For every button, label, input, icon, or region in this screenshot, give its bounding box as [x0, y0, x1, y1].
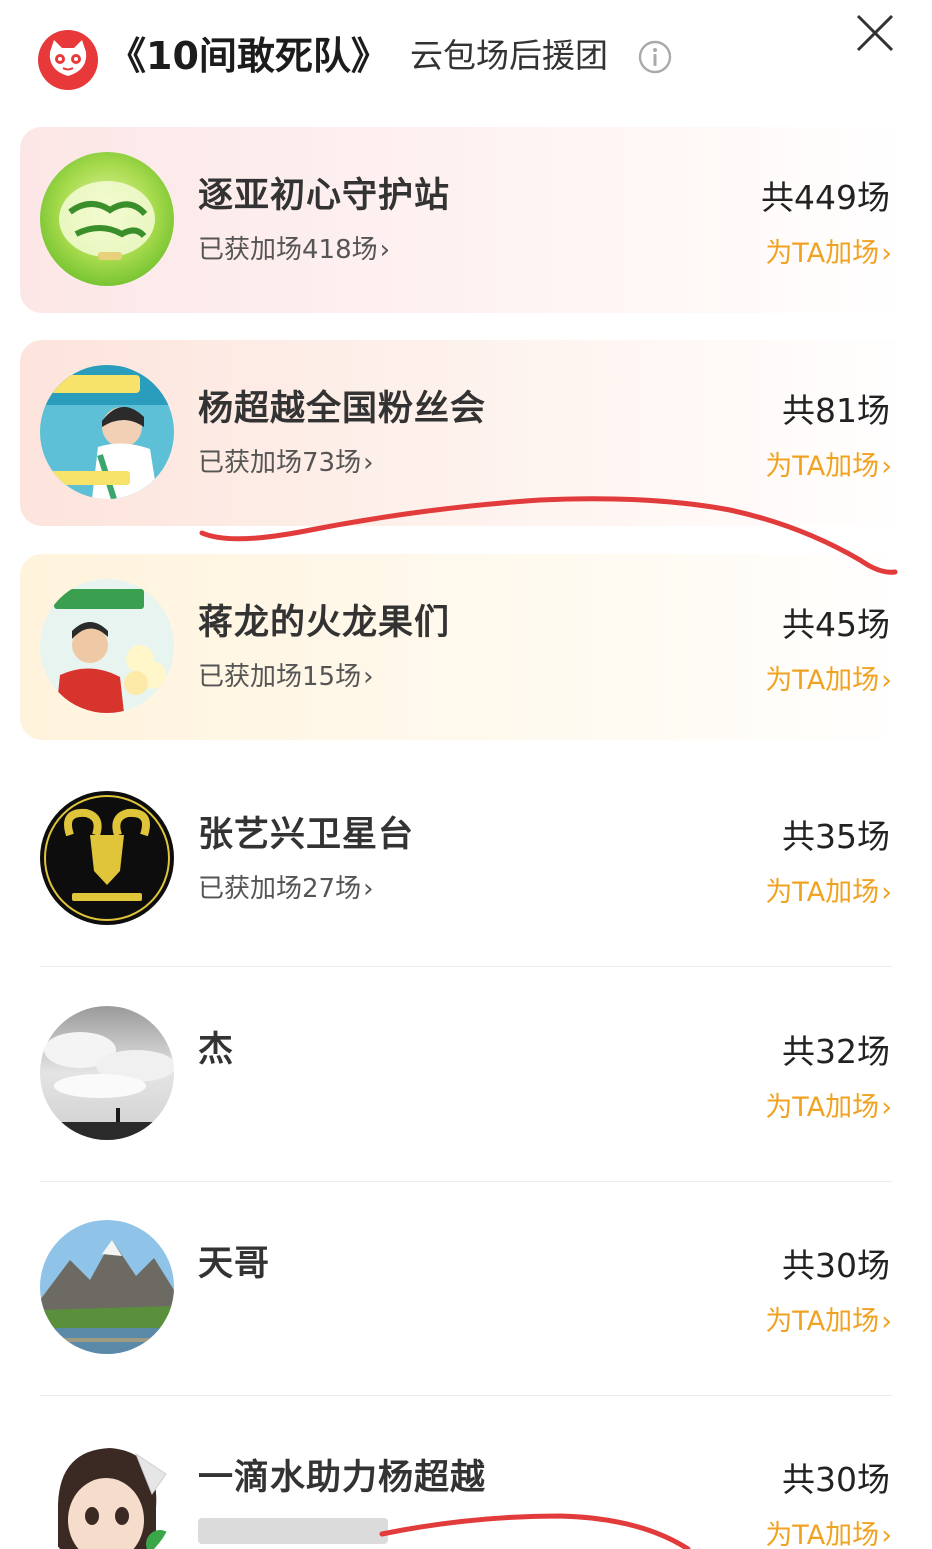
divider	[40, 1181, 892, 1182]
chevron-right-icon: ›	[363, 662, 374, 692]
got-extra-link[interactable]: 已获加场27场›	[198, 868, 374, 905]
chevron-right-icon: ›	[881, 1520, 892, 1549]
chevron-right-icon: ›	[881, 665, 892, 696]
got-extra-link[interactable]: 已获加场15场›	[198, 656, 374, 693]
avatar	[40, 152, 174, 286]
close-icon	[856, 14, 894, 52]
chevron-right-icon: ›	[881, 1306, 892, 1337]
add-screening-label: 为TA加场	[765, 1092, 880, 1123]
list-item[interactable]: 天哥 共30场 为TA加场›	[20, 1195, 912, 1381]
divider	[40, 966, 892, 967]
add-screening-label: 为TA加场	[765, 238, 880, 269]
add-screening-label: 为TA加场	[765, 665, 880, 696]
got-extra-link[interactable]: 已获加场73场›	[198, 442, 374, 479]
group-name: 张艺兴卫星台	[198, 815, 415, 855]
chevron-right-icon: ›	[881, 1092, 892, 1123]
add-screening-button[interactable]: 为TA加场›	[765, 444, 892, 483]
got-extra-text: 已获加场73场	[198, 448, 362, 478]
avatar	[40, 1220, 174, 1354]
total-count: 共81场	[782, 391, 890, 430]
page-title: 《10间敢死队》	[108, 34, 389, 78]
add-screening-button[interactable]: 为TA加场›	[765, 231, 892, 270]
page-subtitle: 云包场后援团	[410, 36, 608, 75]
total-count: 共32场	[782, 1032, 890, 1071]
chevron-right-icon: ›	[881, 238, 892, 269]
add-screening-label: 为TA加场	[765, 451, 880, 482]
group-name: 杰	[198, 1030, 235, 1070]
got-extra-text: 已获加场15场	[198, 662, 362, 692]
total-count: 共30场	[782, 1246, 890, 1285]
got-extra-text: 已获加场418场	[198, 235, 378, 265]
list-item[interactable]: 一滴水助力杨超越 共30场 为TA加场›	[20, 1409, 912, 1549]
add-screening-button[interactable]: 为TA加场›	[765, 1085, 892, 1124]
divider	[40, 1395, 892, 1396]
group-name: 逐亚初心守护站	[198, 176, 451, 216]
chevron-right-icon: ›	[363, 874, 374, 904]
chevron-right-icon: ›	[881, 451, 892, 482]
add-screening-button[interactable]: 为TA加场›	[765, 870, 892, 909]
chevron-right-icon: ›	[881, 877, 892, 908]
add-screening-button[interactable]: 为TA加场›	[765, 658, 892, 697]
add-screening-label: 为TA加场	[765, 1520, 880, 1549]
list-item[interactable]: 张艺兴卫星台 已获加场27场› 共35场 为TA加场›	[20, 766, 912, 952]
avatar	[40, 791, 174, 925]
group-name: 杨超越全国粉丝会	[198, 389, 487, 429]
add-screening-button[interactable]: 为TA加场›	[765, 1513, 892, 1549]
list-item[interactable]: 杰 共32场 为TA加场›	[20, 981, 912, 1167]
total-count: 共30场	[782, 1460, 890, 1499]
page: 《10间敢死队》 云包场后援团 逐亚初心守护站 已获加场418场› 共449场 …	[0, 0, 932, 1549]
total-count: 共449场	[761, 178, 890, 217]
avatar	[40, 365, 174, 499]
got-extra-text: 已获加场27场	[198, 874, 362, 904]
chevron-right-icon: ›	[363, 448, 374, 478]
avatar	[40, 1006, 174, 1140]
total-count: 共35场	[782, 817, 890, 856]
avatar	[40, 1434, 174, 1549]
got-extra-link[interactable]: 已获加场418场›	[198, 229, 390, 266]
info-icon[interactable]	[638, 40, 672, 74]
add-screening-button[interactable]: 为TA加场›	[765, 1299, 892, 1338]
cat-logo-icon	[38, 30, 98, 90]
group-name: 蒋龙的火龙果们	[198, 603, 451, 643]
list-item[interactable]: 杨超越全国粉丝会 已获加场73场› 共81场 为TA加场›	[20, 340, 912, 526]
group-name: 一滴水助力杨超越	[198, 1458, 487, 1498]
close-button[interactable]	[852, 10, 898, 56]
group-name: 天哥	[198, 1244, 271, 1284]
chevron-right-icon: ›	[379, 235, 391, 265]
total-count: 共45场	[782, 605, 890, 644]
add-screening-label: 为TA加场	[765, 877, 880, 908]
header: 《10间敢死队》 云包场后援团	[0, 0, 932, 110]
list-item[interactable]: 逐亚初心守护站 已获加场418场› 共449场 为TA加场›	[20, 127, 912, 313]
add-screening-label: 为TA加场	[765, 1306, 880, 1337]
list-item[interactable]: 蒋龙的火龙果们 已获加场15场› 共45场 为TA加场›	[20, 554, 912, 740]
avatar	[40, 579, 174, 713]
